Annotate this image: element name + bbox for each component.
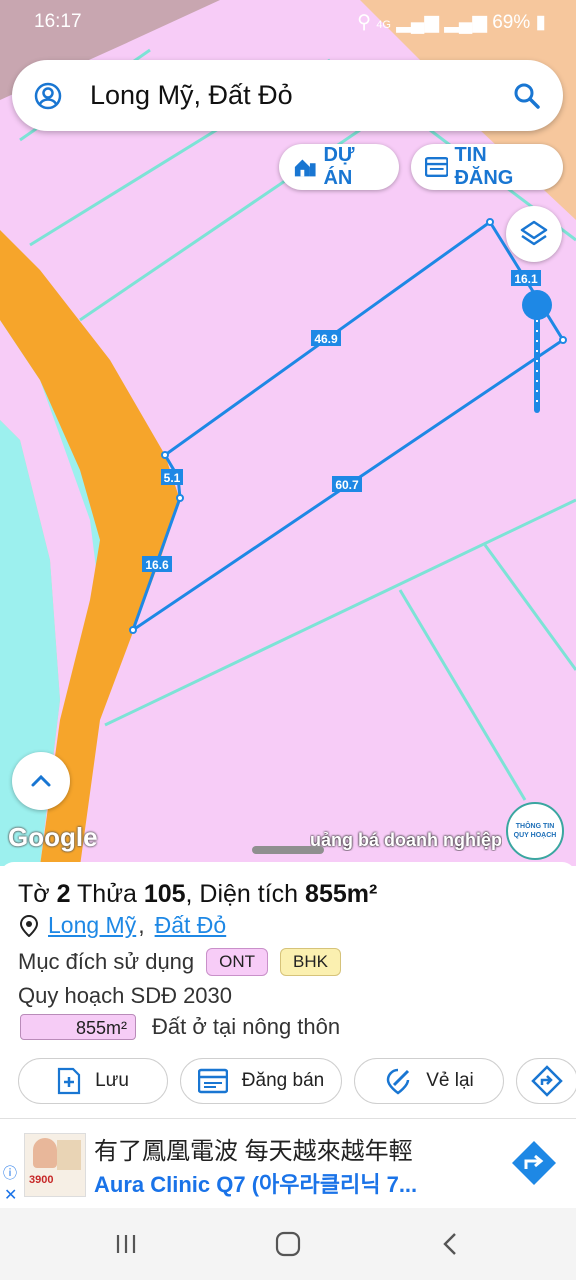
svg-text:46.9: 46.9 (314, 332, 338, 346)
account-icon[interactable] (34, 82, 62, 110)
location-row: Long Mỹ, Đất Đỏ (20, 912, 226, 939)
google-attribution: Google (8, 822, 98, 852)
svg-text:16.6: 16.6 (145, 558, 169, 572)
house-icon (294, 159, 316, 177)
purpose-badge-bhk: BHK (280, 948, 342, 976)
search-bar[interactable]: Long Mỹ, Đất Đỏ (12, 60, 563, 131)
location-pin-icon (20, 914, 38, 937)
sheet-drag-handle[interactable] (252, 846, 324, 854)
add-document-icon (57, 1067, 81, 1095)
edge-label: 16.6 (142, 556, 172, 572)
projects-button[interactable]: DỰ ÁN (279, 144, 399, 190)
home-icon (275, 1231, 301, 1257)
plot-prefix: Thửa (77, 880, 137, 908)
promo-ticker: uảng bá doanh nghiệp (310, 830, 502, 850)
svg-text:60.7: 60.7 (335, 478, 359, 492)
location-separator: , (138, 912, 145, 938)
purpose-row: Mục đích sử dụng ONT BHK (18, 948, 342, 976)
planning-badge-line2: QUY HOẠCH (513, 832, 557, 839)
layers-icon (520, 220, 548, 246)
ad-info-icon[interactable]: ⓘ (3, 1163, 17, 1183)
redraw-label: Vẻ lại (426, 1070, 474, 1091)
battery-icon: ▮ (535, 12, 546, 33)
listing-icon (425, 156, 449, 178)
ad-banner[interactable]: 3900 有了鳳凰電波 每天越來越年輕 Aura Clinic Q7 (아우라클… (0, 1118, 576, 1209)
plan-use-label: Đất ở tại nông thôn (152, 1014, 341, 1039)
planning-badge-line1: THÔNG TIN (515, 823, 555, 830)
listings-button[interactable]: TIN ĐĂNG (411, 144, 563, 190)
edge-label: 16.1 (511, 270, 541, 286)
layers-button[interactable] (506, 206, 562, 262)
chevron-up-icon (31, 774, 51, 787)
svg-text:5.1: 5.1 (164, 471, 181, 485)
edge-label: 60.7 (332, 476, 362, 492)
back-button[interactable] (430, 1226, 470, 1262)
area-prefix: , Diện tích (185, 880, 299, 908)
listing-icon (197, 1068, 228, 1094)
recent-apps-button[interactable] (106, 1226, 146, 1262)
battery-percent: 69% (492, 12, 531, 33)
ad-close-icon[interactable]: ✕ (4, 1185, 17, 1205)
network-label: 4G (376, 19, 391, 31)
location-status-icon: ⚲ (357, 12, 372, 33)
sheet-number: 2 (56, 880, 71, 908)
status-right: ⚲ 4G ▂▄▆ ▂▄▆ 69% ▮ (357, 11, 546, 34)
post-listing-button[interactable]: Đăng bán (180, 1058, 342, 1104)
location-commune-link[interactable]: Long Mỹ (48, 912, 136, 939)
listings-label: TIN ĐĂNG (454, 144, 514, 189)
save-button[interactable]: Lưu (18, 1058, 168, 1104)
ad-advertiser[interactable]: Aura Clinic Q7 (아우라클리닉 7... (94, 1167, 417, 1199)
edge-label: 5.1 (161, 469, 183, 485)
draw-icon (386, 1068, 410, 1095)
sheet-prefix: Tờ (18, 880, 50, 908)
ad-go-icon[interactable] (510, 1139, 558, 1187)
search-icon[interactable] (513, 82, 541, 110)
projects-label: DỰ ÁN (323, 144, 355, 189)
ad-thumb-price: 3900 (29, 1174, 54, 1186)
expand-sheet-button[interactable] (12, 752, 70, 810)
edge-label: 46.9 (311, 330, 341, 346)
parcel-info-sheet[interactable]: Tờ 2 Thửa 105, Diện tích 855m² Long Mỹ, … (0, 846, 576, 1118)
ad-headline[interactable]: 有了鳳凰電波 每天越來越年輕 (94, 1131, 413, 1166)
search-query[interactable]: Long Mỹ, Đất Đỏ (90, 80, 293, 111)
status-time: 16:17 (34, 11, 82, 32)
location-district-link[interactable]: Đất Đỏ (155, 912, 227, 939)
plan-label: Quy hoạch SDĐ 2030 (18, 983, 233, 1008)
plot-number: 105 (143, 880, 186, 908)
purpose-badge-ont: ONT (206, 948, 269, 976)
status-bar: 16:17 ⚲ 4G ▂▄▆ ▂▄▆ 69% ▮ (0, 0, 576, 46)
recent-apps-icon (116, 1235, 136, 1253)
ad-thumbnail[interactable]: 3900 (24, 1133, 86, 1197)
redraw-button[interactable]: Vẻ lại (354, 1058, 504, 1104)
system-navigation-bar (0, 1208, 576, 1280)
back-icon (443, 1233, 456, 1255)
parcel-area: 855m² (305, 880, 378, 908)
plan-area-chip: 855m² (20, 1014, 136, 1040)
signal-icon: ▂▄▆ ▂▄▆ (396, 12, 487, 33)
planning-info-button[interactable]: THÔNG TIN QUY HOẠCH (506, 802, 564, 860)
home-button[interactable] (268, 1226, 308, 1262)
purpose-label: Mục đích sử dụng (18, 949, 195, 974)
directions-button[interactable] (516, 1058, 576, 1104)
save-label: Lưu (95, 1070, 129, 1091)
plan-area-row: 855m² Đất ở tại nông thôn (20, 1014, 340, 1040)
post-listing-label: Đăng bán (241, 1070, 325, 1091)
parcel-title: Tờ 2 Thửa 105, Diện tích 855m² (18, 880, 377, 909)
directions-icon (531, 1065, 563, 1097)
svg-text:16.1: 16.1 (514, 272, 538, 286)
